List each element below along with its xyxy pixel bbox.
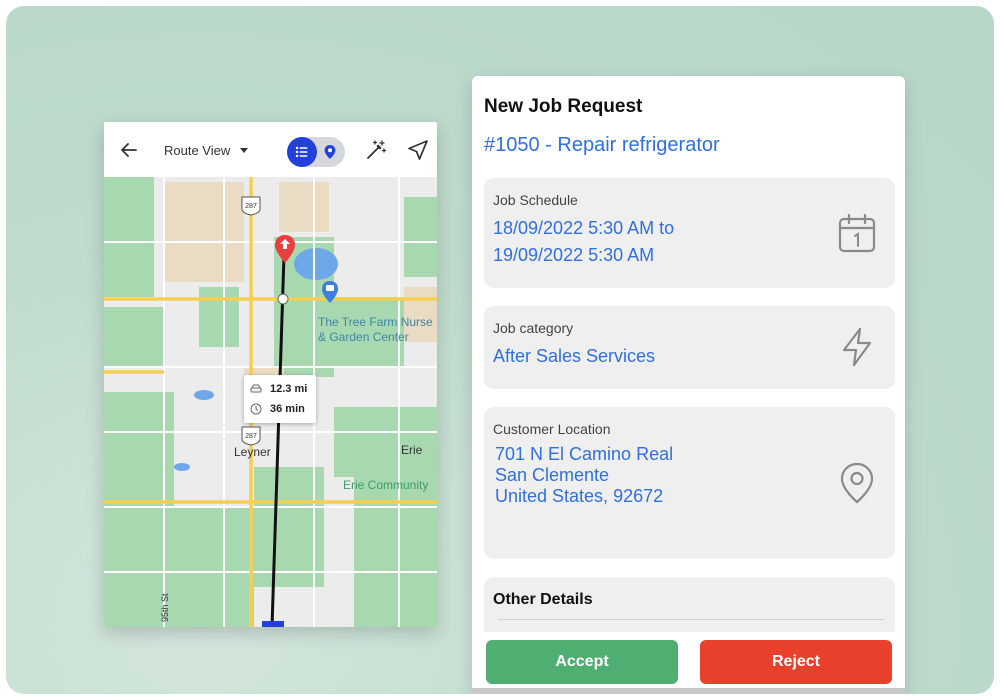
caret-down-icon: [240, 147, 249, 153]
job-schedule-card: Job Schedule 18/09/2022 5:30 AM to 19/09…: [484, 178, 895, 288]
lightning-icon: [837, 327, 877, 367]
bottom-bar: [472, 688, 905, 694]
address-line-3: United States, 92672: [495, 486, 664, 506]
svg-text:95th St: 95th St: [160, 593, 170, 622]
job-category-value: After Sales Services: [493, 346, 656, 366]
navigation-arrow-icon: [408, 140, 428, 160]
address-line-2: San Clemente: [495, 465, 610, 485]
magic-wand-icon: [367, 140, 387, 159]
calendar-icon: [837, 213, 877, 253]
background-frame: Route View 287 287 95th St The Tree Farm…: [6, 6, 994, 694]
job-schedule-start: 18/09/2022 5:30 AM to: [493, 218, 675, 238]
lake: [294, 248, 338, 280]
map-view-toggle[interactable]: [319, 141, 341, 163]
route-distance: 12.3 mi: [270, 383, 308, 395]
svg-text:287: 287: [245, 203, 257, 210]
junction-marker: [277, 293, 289, 305]
optimize-route-button[interactable]: [364, 138, 388, 162]
poi-label: The Tree Farm Nurse & Garden Center: [318, 315, 433, 344]
view-toggle[interactable]: [287, 137, 345, 167]
map-view[interactable]: 287 287 95th St The Tree Farm Nurse & Ga…: [104, 177, 437, 627]
arrow-left-icon: [121, 143, 137, 157]
svg-text:287: 287: [245, 433, 257, 440]
town-label-erie: Erie: [401, 443, 423, 457]
back-button[interactable]: [118, 139, 140, 161]
highway-shield-top: 287: [241, 196, 261, 216]
job-category-card: Job category After Sales Services: [484, 306, 895, 389]
route-info-box: 12.3 mi 36 min: [244, 375, 316, 423]
map-toolbar: Route View: [104, 122, 437, 177]
customer-location-label: Customer Location: [493, 421, 611, 437]
location-pin-icon: [837, 462, 877, 504]
navigate-button[interactable]: [406, 138, 430, 162]
town-label-leyner: Leyner: [234, 445, 271, 459]
destination-marker: [262, 621, 284, 627]
map-card: Route View 287 287 95th St The Tree Farm…: [104, 122, 437, 627]
car-icon: [250, 384, 262, 393]
divider: [498, 619, 884, 620]
other-details-heading: Other Details: [493, 591, 593, 608]
other-details-section[interactable]: Other Details: [484, 577, 895, 637]
action-buttons: Accept Reject: [472, 632, 905, 694]
route-view-dropdown[interactable]: Route View: [164, 139, 249, 161]
job-schedule-end: 19/09/2022 5:30 AM: [493, 245, 655, 265]
address-line-1: 701 N El Camino Real: [495, 444, 674, 464]
clock-icon: [250, 403, 262, 415]
customer-location-card: Customer Location 701 N El Camino Real S…: [484, 407, 895, 559]
list-view-toggle[interactable]: [287, 137, 317, 167]
panel-title: New Job Request: [484, 96, 643, 117]
job-category-label: Job category: [493, 320, 574, 336]
job-request-panel: New Job Request #1050 - Repair refrigera…: [472, 76, 905, 694]
job-number-link[interactable]: #1050 - Repair refrigerator: [484, 134, 720, 157]
list-icon: [295, 146, 308, 158]
map-pin-icon: [324, 145, 336, 159]
accept-button[interactable]: Accept: [486, 640, 678, 684]
job-schedule-label: Job Schedule: [493, 192, 578, 208]
route-duration: 36 min: [270, 403, 305, 415]
route-view-label: Route View: [164, 142, 231, 158]
highway-shield-mid: 287: [241, 426, 261, 446]
poi-label-erie-community: Erie Community: [343, 478, 429, 492]
reject-button[interactable]: Reject: [700, 640, 892, 684]
